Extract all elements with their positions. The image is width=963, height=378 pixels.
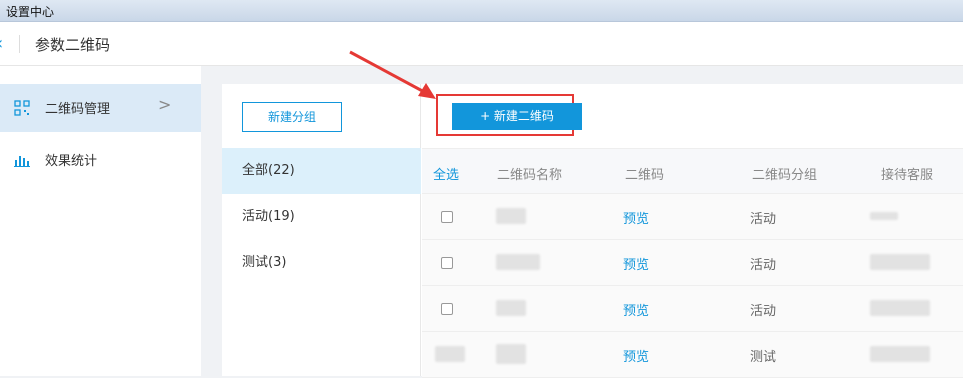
group-item-test[interactable]: 测试(3) — [222, 240, 421, 286]
chevron-right-icon: > — [158, 95, 172, 114]
window-title: 设置中心 — [6, 5, 55, 19]
window-titlebar: 设置中心 — [0, 0, 963, 22]
select-all-link[interactable]: 全选 — [433, 164, 459, 183]
redacted-cell — [435, 346, 465, 362]
column-header-group: 二维码分组 — [752, 168, 818, 183]
redacted-agent — [870, 300, 930, 316]
page-title: 参数二维码 — [35, 36, 111, 54]
redacted-name — [496, 344, 526, 364]
redacted-agent — [870, 212, 898, 220]
qr-panel: 新建分组 全部(22) 活动(19) 测试(3) + 新建二维码 全选 二维码名… — [222, 84, 963, 378]
back-icon[interactable]: ‹ — [0, 34, 10, 54]
row-checkbox[interactable] — [441, 257, 453, 269]
row-group: 活动 — [750, 212, 777, 227]
group-list: 新建分组 全部(22) 活动(19) 测试(3) — [222, 84, 421, 376]
column-header-qr: 二维码 — [625, 168, 665, 183]
redacted-name — [496, 300, 526, 316]
sidebar-item-label: 二维码管理 — [45, 102, 111, 117]
group-item-all[interactable]: 全部(22) — [222, 148, 421, 194]
page-header: ‹ 参数二维码 — [0, 22, 963, 66]
preview-link[interactable]: 预览 — [623, 346, 649, 365]
qr-code-icon — [14, 100, 30, 116]
annotation-arrow-icon — [349, 50, 436, 99]
sidebar-item-qr-management[interactable]: 二维码管理 > — [0, 84, 201, 132]
new-group-button[interactable]: 新建分组 — [242, 102, 342, 132]
row-checkbox[interactable] — [441, 303, 453, 315]
table-row: 预览 活动 — [422, 286, 963, 332]
new-qr-code-button[interactable]: + 新建二维码 — [452, 103, 582, 130]
header-divider — [19, 35, 20, 53]
row-group: 测试 — [750, 350, 777, 365]
preview-link[interactable]: 预览 — [623, 254, 649, 273]
table-row: 预览 活动 — [422, 240, 963, 286]
preview-link[interactable]: 预览 — [623, 300, 649, 319]
group-item-activity[interactable]: 活动(19) — [222, 194, 421, 240]
table-header: 全选 二维码名称 二维码 二维码分组 接待客服 — [422, 148, 963, 194]
sidebar-item-label: 效果统计 — [45, 154, 98, 169]
column-header-agent: 接待客服 — [881, 168, 934, 183]
redacted-agent — [870, 346, 930, 362]
table-row: 预览 活动 — [422, 194, 963, 240]
sidebar-item-statistics[interactable]: 效果统计 — [0, 136, 201, 184]
sidebar: 二维码管理 > 效果统计 — [0, 66, 201, 376]
row-checkbox[interactable] — [441, 211, 453, 223]
row-group: 活动 — [750, 304, 777, 319]
preview-link[interactable]: 预览 — [623, 208, 649, 227]
redacted-name — [496, 254, 540, 270]
row-group: 活动 — [750, 258, 777, 273]
redacted-name — [496, 208, 526, 224]
redacted-agent — [870, 254, 930, 270]
bar-chart-icon — [14, 156, 30, 167]
table-row: 预览 测试 — [422, 332, 963, 378]
column-header-name: 二维码名称 — [497, 168, 563, 183]
qr-table-area: + 新建二维码 全选 二维码名称 二维码 二维码分组 接待客服 预览 活动 预览… — [422, 84, 963, 378]
